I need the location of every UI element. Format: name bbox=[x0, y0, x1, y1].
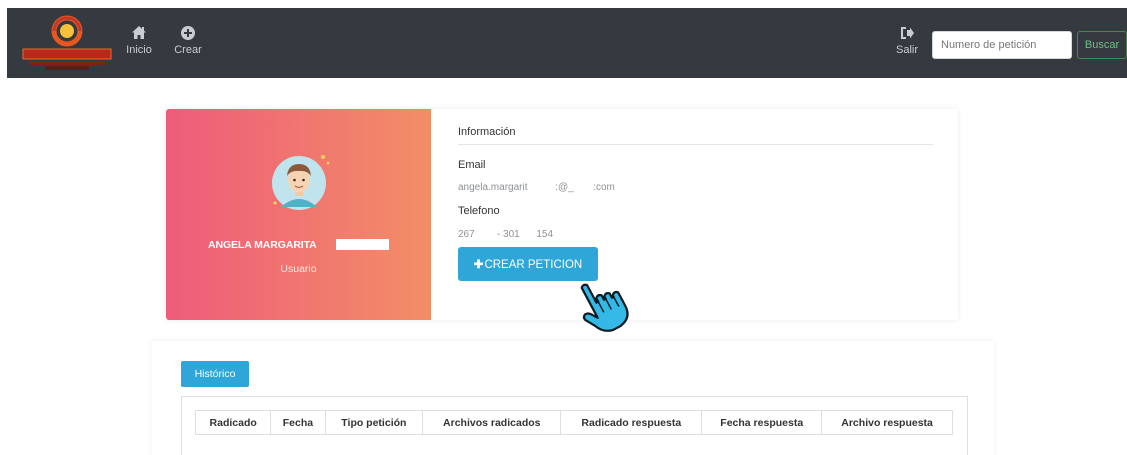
search-button[interactable]: Buscar bbox=[1077, 31, 1127, 59]
sign-out-icon bbox=[901, 27, 914, 39]
column-header-tipo-peticion[interactable]: Tipo petición bbox=[324, 410, 424, 435]
avatar bbox=[267, 149, 331, 213]
nav-salir[interactable]: Salir bbox=[892, 24, 922, 56]
tab-historico[interactable]: Histórico bbox=[181, 361, 249, 387]
column-header-fecha-respuesta[interactable]: Fecha respuesta bbox=[701, 410, 823, 435]
nav-inicio[interactable]: Inicio bbox=[124, 24, 154, 56]
column-header-radicado[interactable]: Radicado bbox=[194, 410, 272, 435]
plus-icon: ✚ bbox=[473, 259, 484, 271]
home-icon bbox=[132, 26, 146, 39]
info-heading: Información bbox=[458, 126, 933, 145]
nav-inicio-label: Inicio bbox=[126, 44, 152, 56]
nav-salir-label: Salir bbox=[895, 44, 918, 56]
navbar: Inicio Crear Salir Buscar bbox=[7, 8, 1127, 78]
column-header-fecha[interactable]: Fecha bbox=[270, 410, 326, 435]
history-table: Radicado Fecha Tipo petición Archivos ra… bbox=[194, 410, 953, 435]
hand-pointer-cursor-icon bbox=[571, 277, 631, 337]
nav-crear[interactable]: Crear bbox=[173, 24, 203, 56]
phone-label: Telefono bbox=[458, 205, 500, 217]
brand-logo[interactable] bbox=[19, 13, 115, 73]
email-value: angela.margarit :@_ :com bbox=[458, 182, 615, 193]
profile-info: Información Email angela.margarit :@_ :c… bbox=[458, 109, 938, 320]
create-request-label: CREAR PETICION bbox=[484, 259, 583, 271]
create-request-button[interactable]: ✚CREAR PETICION bbox=[458, 247, 598, 281]
email-label: Email bbox=[458, 159, 486, 171]
search-input[interactable] bbox=[932, 31, 1072, 59]
phone-value: 267 - 301 154 bbox=[458, 229, 554, 240]
profile-card: ANGELA MARGARITA Usuario Información Ema… bbox=[166, 109, 958, 320]
history-panel: Histórico Radicado Fecha Tipo petición A… bbox=[152, 341, 994, 455]
column-header-archivos-radicados[interactable]: Archivos radicados bbox=[422, 410, 562, 435]
user-role: Usuario bbox=[280, 263, 317, 275]
column-header-radicado-respuesta[interactable]: Radicado respuesta bbox=[560, 410, 703, 435]
history-table-header-row: Radicado Fecha Tipo petición Archivos ra… bbox=[194, 410, 953, 435]
user-name: ANGELA MARGARITA bbox=[208, 239, 317, 251]
plus-circle-icon bbox=[181, 26, 195, 40]
redacted-surname bbox=[336, 239, 389, 250]
nav-crear-label: Crear bbox=[174, 44, 202, 56]
profile-banner: ANGELA MARGARITA Usuario bbox=[166, 109, 431, 320]
column-header-archivo-respuesta[interactable]: Archivo respuesta bbox=[821, 410, 953, 435]
